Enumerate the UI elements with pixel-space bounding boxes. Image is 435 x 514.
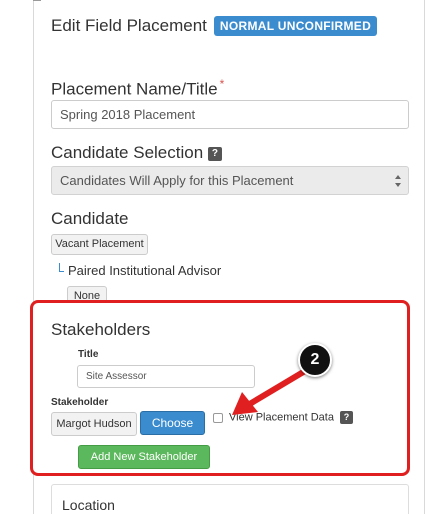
add-new-stakeholder-button[interactable]: Add New Stakeholder	[78, 445, 210, 469]
stakeholder-label: Stakeholder	[51, 397, 109, 408]
page-header: Edit Field Placement NORMAL UNCONFIRMED	[51, 14, 378, 38]
placement-name-value: Spring 2018 Placement	[60, 107, 196, 122]
stakeholder-title-value: Site Assessor	[86, 371, 147, 382]
placement-name-label-text: Placement Name/Title	[51, 79, 218, 99]
advisor-label: Paired Institutional Advisor	[68, 263, 222, 278]
tree-connector-icon	[59, 263, 64, 272]
placement-name-label: Placement Name/Title *	[51, 77, 224, 100]
required-star: *	[219, 77, 225, 91]
title-label: Title	[78, 349, 99, 360]
stakeholders-heading: Stakeholders	[51, 320, 151, 339]
location-card: Location	[51, 484, 409, 514]
vacant-placement-button[interactable]: Vacant Placement	[51, 234, 148, 255]
panel-edge-tick	[33, 0, 41, 1]
view-placement-data-help-icon[interactable]: ?	[340, 411, 354, 424]
placement-name-input[interactable]: Spring 2018 Placement	[51, 100, 409, 129]
candidate-selection-label: Candidate Selection ?	[51, 143, 222, 163]
candidate-selection-select[interactable]: Candidates Will Apply for this Placement	[51, 166, 409, 195]
location-label: Location	[62, 497, 115, 513]
step-number-badge: 2	[298, 343, 332, 377]
select-caret-icon	[395, 174, 402, 188]
choose-button[interactable]: Choose	[140, 411, 205, 435]
page-title: Edit Field Placement	[51, 16, 207, 35]
candidate-label: Candidate	[51, 209, 129, 228]
candidate-selection-value: Candidates Will Apply for this Placement	[60, 173, 294, 188]
candidate-selection-label-text: Candidate Selection	[51, 143, 204, 162]
stakeholder-name-button[interactable]: Margot Hudson	[51, 412, 137, 436]
status-badge: NORMAL UNCONFIRMED	[213, 16, 378, 36]
candidate-selection-help-icon[interactable]: ?	[207, 146, 222, 161]
view-placement-data-checkbox[interactable]	[213, 413, 223, 423]
